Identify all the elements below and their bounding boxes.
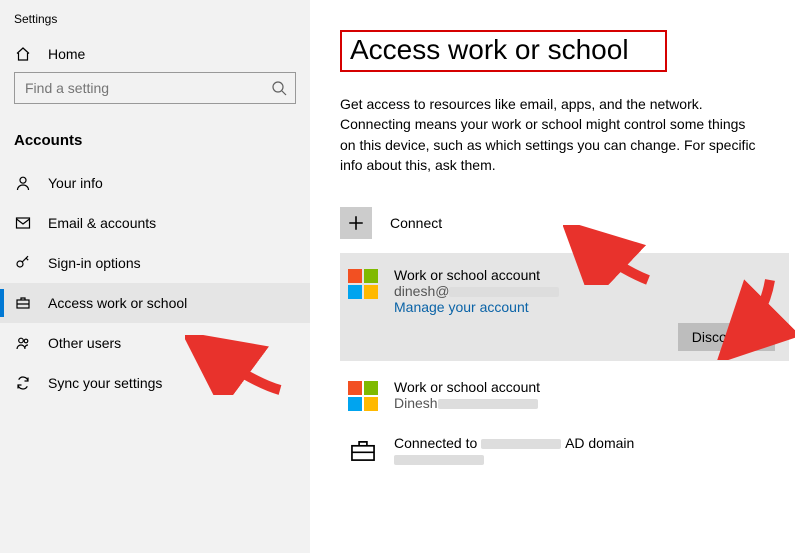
account-card-1[interactable]: Work or school account dinesh@ Manage yo… (340, 253, 789, 361)
briefcase-icon (348, 439, 378, 463)
sync-icon (14, 375, 32, 391)
page-title: Access work or school (350, 34, 629, 65)
sidebar-item-sync-settings[interactable]: Sync your settings (0, 363, 310, 403)
account-email: Dinesh (394, 395, 540, 411)
sidebar-item-label: Your info (48, 175, 103, 191)
sidebar-item-access-work-school[interactable]: Access work or school (0, 283, 310, 323)
briefcase-icon (14, 295, 32, 311)
sidebar-item-email-accounts[interactable]: Email & accounts (0, 203, 310, 243)
main-panel: Access work or school Get access to reso… (310, 0, 809, 553)
sidebar: Settings Home Accounts (0, 0, 310, 553)
connect-row[interactable]: Connect (340, 203, 789, 253)
app-title: Settings (0, 8, 310, 36)
connect-plus-button[interactable] (340, 207, 372, 239)
domain-connected-row[interactable]: Connected to AD domain (340, 429, 789, 473)
sidebar-item-other-users[interactable]: Other users (0, 323, 310, 363)
sidebar-item-label: Sync your settings (48, 375, 162, 391)
mail-icon (14, 215, 32, 231)
domain-sub (394, 451, 634, 467)
key-icon (14, 255, 32, 271)
page-title-highlight: Access work or school (340, 30, 667, 72)
account-title: Work or school account (394, 267, 559, 283)
account-title: Work or school account (394, 379, 540, 395)
sidebar-item-your-info[interactable]: Your info (0, 163, 310, 203)
user-icon (14, 175, 32, 191)
users-icon (14, 335, 32, 351)
connect-label: Connect (390, 215, 442, 231)
page-description: Get access to resources like email, apps… (340, 94, 760, 175)
microsoft-logo-icon (348, 381, 378, 411)
account-card-2[interactable]: Work or school account Dinesh (340, 373, 789, 417)
microsoft-logo-icon (348, 269, 378, 299)
home-icon (14, 46, 32, 62)
disconnect-button[interactable]: Disconnect (678, 323, 775, 351)
sidebar-item-signin-options[interactable]: Sign-in options (0, 243, 310, 283)
nav-home[interactable]: Home (0, 36, 310, 72)
search-icon (271, 80, 287, 96)
sidebar-item-label: Other users (48, 335, 121, 351)
domain-connected-text: Connected to AD domain (394, 435, 634, 451)
manage-account-link[interactable]: Manage your account (394, 299, 559, 315)
sidebar-item-label: Email & accounts (48, 215, 156, 231)
sidebar-section-header: Accounts (0, 114, 310, 163)
sidebar-item-label: Sign-in options (48, 255, 141, 271)
account-email: dinesh@ (394, 283, 559, 299)
search-input-wrap[interactable] (14, 72, 296, 104)
search-input[interactable] (15, 73, 295, 103)
sidebar-item-label: Access work or school (48, 295, 187, 311)
nav-home-label: Home (48, 46, 85, 62)
